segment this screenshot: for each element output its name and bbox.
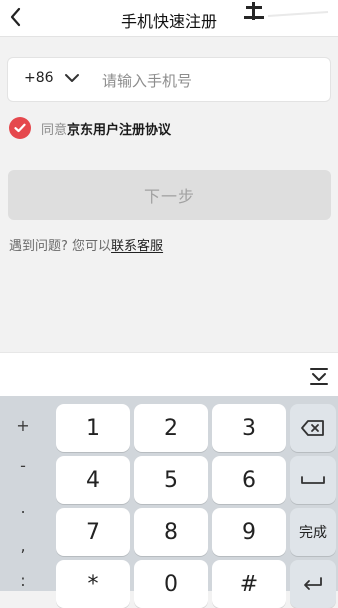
- contact-support-link[interactable]: 联系客服: [111, 239, 163, 254]
- agreement-text: 同意京东用户注册协议: [41, 119, 171, 138]
- help-text: 遇到问题? 您可以联系客服: [9, 235, 163, 254]
- country-code-selector[interactable]: +86: [24, 70, 80, 86]
- key-4[interactable]: 4: [56, 456, 130, 504]
- symbol-comma[interactable]: ,: [0, 536, 46, 555]
- symbol-dot[interactable]: .: [0, 498, 46, 517]
- key-9[interactable]: 9: [212, 508, 286, 556]
- symbol-plus[interactable]: +: [0, 416, 46, 435]
- key-5[interactable]: 5: [134, 456, 208, 504]
- backspace-icon: [301, 420, 324, 436]
- key-0[interactable]: 0: [134, 560, 208, 608]
- collapse-keyboard-button[interactable]: [306, 364, 332, 388]
- key-2[interactable]: 2: [134, 404, 208, 452]
- key-3[interactable]: 3: [212, 404, 286, 452]
- key-6[interactable]: 6: [212, 456, 286, 504]
- agreement-link[interactable]: 京东用户注册协议: [67, 123, 171, 138]
- enter-icon: [304, 577, 322, 590]
- keyboard-toolbar: [0, 352, 338, 396]
- space-key[interactable]: [290, 456, 336, 504]
- space-icon: [301, 476, 325, 484]
- done-key[interactable]: 完成: [290, 508, 336, 556]
- chevron-down-icon: [64, 74, 79, 82]
- key-asterisk[interactable]: *: [56, 560, 130, 608]
- backspace-key[interactable]: [290, 404, 336, 452]
- help-prefix: 遇到问题? 您可以: [9, 239, 112, 254]
- numeric-keyboard: + - . , : 1 2 3 4 5 6 7 8 9 完成 * 0 #: [0, 396, 338, 608]
- key-hash[interactable]: #: [212, 560, 286, 608]
- next-step-button[interactable]: 下一步: [8, 170, 331, 220]
- country-code-label: +86: [24, 70, 54, 86]
- top-bar: 手机快速注册: [0, 0, 338, 37]
- phone-input-row: +86: [7, 57, 331, 102]
- key-7[interactable]: 7: [56, 508, 130, 556]
- keyboard-collapse-icon: [310, 368, 328, 385]
- enter-key[interactable]: [290, 560, 336, 608]
- agreement-checkbox[interactable]: [9, 117, 31, 139]
- phone-number-input[interactable]: [100, 66, 324, 96]
- check-icon: [14, 123, 26, 133]
- agreement-prefix: 同意: [41, 122, 68, 138]
- symbol-minus[interactable]: -: [0, 456, 46, 475]
- agreement-row: 同意京东用户注册协议: [9, 117, 171, 139]
- key-1[interactable]: 1: [56, 404, 130, 452]
- watermark-graphic: [240, 0, 332, 36]
- key-8[interactable]: 8: [134, 508, 208, 556]
- symbol-column: + - . , :: [0, 396, 46, 591]
- symbol-colon[interactable]: :: [0, 571, 46, 590]
